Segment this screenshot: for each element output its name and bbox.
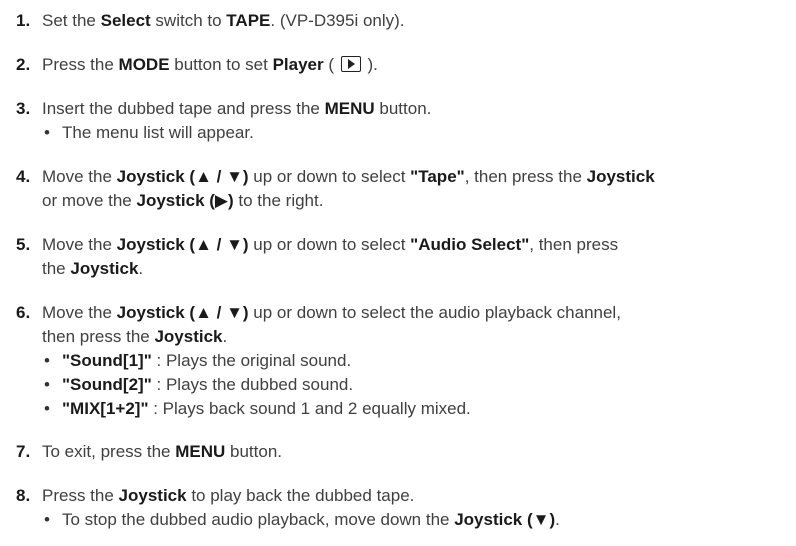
joystick-label: Joystick: [586, 167, 655, 186]
step-text: Move the: [42, 303, 117, 322]
step-3: 3. Insert the dubbed tape and press the …: [16, 97, 792, 145]
step-text: Set the: [42, 11, 101, 30]
option-sound-1: • "Sound[1]" : Plays the original sound.: [16, 349, 792, 373]
option-mix: • "MIX[1+2]" : Plays back sound 1 and 2 …: [16, 397, 792, 421]
step-text: , then press: [529, 235, 619, 254]
step-3-line: 3. Insert the dubbed tape and press the …: [16, 97, 792, 121]
step-text: up or down to select: [248, 235, 411, 254]
bullet-item: • The menu list will appear.: [16, 121, 792, 145]
step-6: 6. Move the Joystick (▲ / ▼) up or down …: [16, 301, 792, 421]
step-5-line-2: the Joystick.: [16, 257, 792, 281]
step-text: up or down to select: [248, 167, 411, 186]
step-text: to the right.: [233, 191, 324, 210]
step-number: 8.: [16, 486, 31, 505]
joystick-label: Joystick (▲ / ▼): [116, 167, 249, 186]
step-text: switch to: [150, 11, 227, 30]
menu-button-label: MENU: [324, 99, 375, 118]
joystick-label: Joystick (▲ / ▼): [116, 235, 249, 254]
step-8-line: 8. Press the Joystick to play back the d…: [16, 484, 792, 508]
bullet-item: • To stop the dubbed audio playback, mov…: [16, 508, 792, 532]
step-6-line-2: then press the Joystick.: [16, 325, 792, 349]
step-1: 1. Set the Select switch to TAPE. (VP-D3…: [16, 9, 792, 33]
option-description: : Plays the dubbed sound.: [151, 375, 354, 394]
menu-button-label: MENU: [175, 442, 226, 461]
option-description: : Plays back sound 1 and 2 equally mixed…: [148, 399, 471, 418]
step-2: 2. Press the MODE button to set Player (…: [16, 53, 792, 77]
joystick-label: Joystick: [70, 259, 139, 278]
step-4-line-1: 4. Move the Joystick (▲ / ▼) up or down …: [16, 165, 792, 189]
bullet-icon: •: [44, 351, 50, 370]
step-8: 8. Press the Joystick to play back the d…: [16, 484, 792, 532]
play-mode-icon: [340, 56, 361, 72]
bullet-icon: •: [44, 510, 50, 529]
step-text: ).: [362, 55, 378, 74]
step-6-line-1: 6. Move the Joystick (▲ / ▼) up or down …: [16, 301, 792, 325]
tape-label: TAPE: [226, 11, 271, 30]
step-text: Insert the dubbed tape and press the: [42, 99, 325, 118]
step-text: button to set: [169, 55, 273, 74]
bullet-icon: •: [44, 399, 50, 418]
player-label: Player: [272, 55, 324, 74]
step-text: or move the: [42, 191, 137, 210]
step-text: , then press the: [464, 167, 587, 186]
step-5-line-1: 5. Move the Joystick (▲ / ▼) up or down …: [16, 233, 792, 257]
step-2-line: 2. Press the MODE button to set Player (…: [16, 53, 792, 77]
bullet-text: To stop the dubbed audio playback, move …: [62, 510, 455, 529]
step-7: 7. To exit, press the MENU button.: [16, 440, 792, 464]
option-description: : Plays the original sound.: [151, 351, 352, 370]
step-text: the: [42, 259, 71, 278]
step-text: (: [323, 55, 339, 74]
step-text: . (VP-D395i only).: [270, 11, 405, 30]
step-text: button.: [374, 99, 432, 118]
option-name: "Sound[1]": [62, 351, 152, 370]
step-4-line-2: or move the Joystick (▶) to the right.: [16, 189, 792, 213]
step-text: Move the: [42, 167, 117, 186]
step-7-line: 7. To exit, press the MENU button.: [16, 440, 792, 464]
step-number: 6.: [16, 303, 31, 322]
joystick-label: Joystick: [154, 327, 223, 346]
option-name: "MIX[1+2]": [62, 399, 149, 418]
bullet-icon: •: [44, 375, 50, 394]
step-text: then press the: [42, 327, 155, 346]
step-text: to play back the dubbed tape.: [186, 486, 415, 505]
step-text: Press the: [42, 486, 119, 505]
option-name: "Sound[2]": [62, 375, 152, 394]
step-number: 5.: [16, 235, 31, 254]
step-text: .: [138, 259, 144, 278]
joystick-label: Joystick (▲ / ▼): [116, 303, 249, 322]
step-text: Press the: [42, 55, 119, 74]
bullet-icon: •: [44, 123, 50, 142]
step-4: 4. Move the Joystick (▲ / ▼) up or down …: [16, 165, 792, 213]
joystick-label: Joystick: [118, 486, 187, 505]
step-text: .: [222, 327, 228, 346]
mode-button-label: MODE: [118, 55, 170, 74]
step-5: 5. Move the Joystick (▲ / ▼) up or down …: [16, 233, 792, 281]
tape-menu-label: "Tape": [410, 167, 465, 186]
step-text: button.: [225, 442, 283, 461]
joystick-label: Joystick (▼): [454, 510, 556, 529]
step-number: 4.: [16, 167, 31, 186]
audio-select-label: "Audio Select": [410, 235, 530, 254]
step-text: up or down to select the audio playback …: [248, 303, 621, 322]
step-text: Move the: [42, 235, 117, 254]
step-number: 7.: [16, 442, 31, 461]
bullet-text: .: [555, 510, 560, 529]
step-text: To exit, press the: [42, 442, 176, 461]
step-1-line: 1. Set the Select switch to TAPE. (VP-D3…: [16, 9, 792, 33]
step-number: 2.: [16, 55, 31, 74]
bullet-text: The menu list will appear.: [62, 123, 254, 142]
step-number: 1.: [16, 11, 31, 30]
step-number: 3.: [16, 99, 31, 118]
select-switch-label: Select: [100, 11, 151, 30]
option-sound-2: • "Sound[2]" : Plays the dubbed sound.: [16, 373, 792, 397]
joystick-label: Joystick (▶): [136, 191, 234, 210]
